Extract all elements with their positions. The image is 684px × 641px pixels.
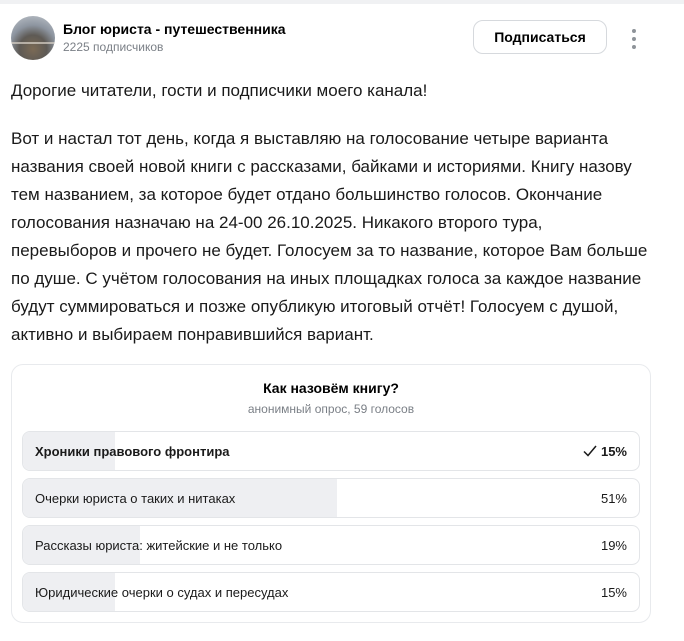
poll-option-percent: 51% (600, 491, 627, 506)
poll-option-percent: 15% (600, 444, 627, 459)
poll-option-label: Очерки юриста о таких и нитаках (35, 491, 236, 506)
post-line: будут суммироваться и позже опубликую ит… (11, 297, 619, 316)
poll-option-percent: 15% (600, 585, 627, 600)
subscriber-count: 2225 подписчиков (63, 40, 164, 54)
poll-card: Как назовём книгу? анонимный опрос, 59 г… (11, 364, 651, 623)
post-line: по душе. С учётом голосования на иных пл… (11, 269, 642, 288)
poll-title: Как назовём книгу? (263, 380, 399, 396)
post-body: Вот и настал тот день, когда я выставляю… (11, 125, 661, 349)
channel-avatar[interactable] (11, 16, 55, 60)
post-line: названия своей новой книги с рассказами,… (11, 157, 632, 176)
post-line: тем названием, за которое будет отдано б… (11, 185, 603, 204)
post-line: перевыборов и прочего не будет. Голосуем… (11, 241, 648, 260)
post-line: голосования назначаю на 24-00 26.10.2025… (11, 213, 543, 232)
dot (632, 37, 636, 41)
poll-option-percent: 19% (600, 538, 627, 553)
post-line: Вот и настал тот день, когда я выставляю… (11, 129, 609, 148)
poll-option[interactable]: Юридические очерки о судах и пересудах 1… (22, 572, 640, 612)
poll-meta: анонимный опрос, 59 голосов (247, 402, 415, 416)
checkmark-icon (583, 445, 597, 457)
top-divider (0, 0, 684, 4)
poll-option-label: Рассказы юриста: житейские и не только (35, 538, 283, 553)
poll-option[interactable]: Рассказы юриста: житейские и не только 1… (22, 525, 640, 565)
subscribe-button[interactable]: Подписаться (473, 20, 607, 54)
post-line: активно и выбираем понравившийся вариант… (11, 325, 374, 344)
poll-option[interactable]: Очерки юриста о таких и нитаках 51% (22, 478, 640, 518)
poll-option-label: Хроники правового фронтира (35, 444, 230, 459)
post-header: Блог юриста - путешественника 2225 подпи… (0, 12, 684, 64)
post-greeting: Дорогие читатели, гости и подписчики мое… (11, 81, 428, 100)
poll-option-label: Юридические очерки о судах и пересудах (35, 585, 289, 600)
more-options-icon[interactable] (624, 28, 644, 50)
channel-name[interactable]: Блог юриста - путешественника (63, 21, 286, 37)
dot (632, 45, 636, 49)
dot (632, 29, 636, 33)
poll-option[interactable]: Хроники правового фронтира 15% (22, 431, 640, 471)
